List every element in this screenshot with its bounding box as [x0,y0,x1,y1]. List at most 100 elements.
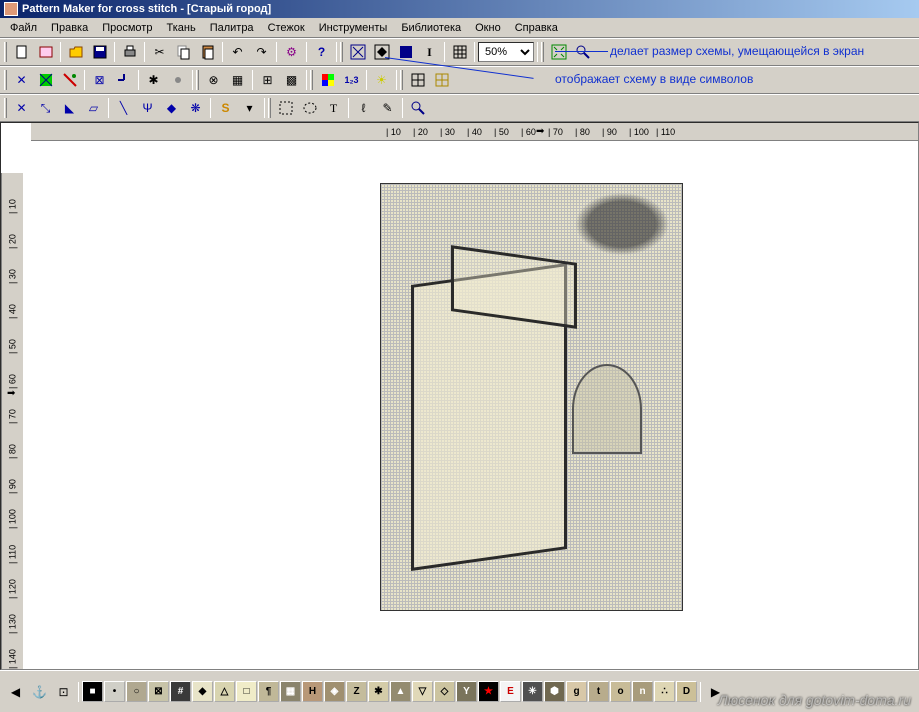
palette-color-0[interactable]: ■ [82,681,103,702]
grip[interactable] [4,70,7,90]
palette-color-16[interactable]: ◇ [434,681,455,702]
palette-color-11[interactable]: ◈ [324,681,345,702]
petite-button[interactable]: ⊠ [88,69,111,91]
palette-color-7[interactable]: □ [236,681,257,702]
fit-to-screen-button[interactable] [547,41,570,63]
palette-color-20[interactable]: ✳ [522,681,543,702]
cut-button[interactable]: ✂ [148,41,171,63]
tool-quarter-button[interactable]: ◣ [58,97,81,119]
menu-инструменты[interactable]: Инструменты [313,20,394,35]
tool-cross-button[interactable]: ✕ [10,97,33,119]
palette-color-2[interactable]: ○ [126,681,147,702]
copy-button[interactable] [172,41,195,63]
save-button[interactable] [88,41,111,63]
palette-color-6[interactable]: △ [214,681,235,702]
paste-button[interactable] [196,41,219,63]
menu-окно[interactable]: Окно [469,20,507,35]
palette-color-12[interactable]: Z [346,681,367,702]
palette-color-14[interactable]: ▲ [390,681,411,702]
palette-color-4[interactable]: # [170,681,191,702]
palette-color-5[interactable]: ◆ [192,681,213,702]
grip[interactable] [268,98,271,118]
text-tool-button[interactable]: T [322,97,345,119]
canvas[interactable] [25,143,918,669]
menu-файл[interactable]: Файл [4,20,43,35]
palette-color-18[interactable]: ★ [478,681,499,702]
palette-color-17[interactable]: Y [456,681,477,702]
zoom-select[interactable]: 50% [478,42,534,62]
tool-bead-button[interactable]: ❋ [184,97,207,119]
palette-scroll-right[interactable]: ▶ [704,681,727,703]
fill-button[interactable]: ▩ [280,69,303,91]
palette-scroll-left[interactable]: ◀ [4,681,27,703]
menu-справка[interactable]: Справка [509,20,564,35]
menu-просмотр[interactable]: Просмотр [96,20,158,35]
eyedropper-button[interactable]: ℓ [352,97,375,119]
palette-anchor-button[interactable]: ⚓ [28,681,51,703]
menu-палитра[interactable]: Палитра [204,20,260,35]
palette-color-26[interactable]: ∴ [654,681,675,702]
palette-color-3[interactable]: ⊠ [148,681,169,702]
palette-color-24[interactable]: o [610,681,631,702]
fill-cross-button[interactable]: ⊞ [256,69,279,91]
palette-color-27[interactable]: D [676,681,697,702]
symbol-map-button[interactable]: 1₂3 [340,69,363,91]
select-free-button[interactable] [298,97,321,119]
view-symbols-button[interactable] [370,41,393,63]
palette-color-25[interactable]: n [632,681,653,702]
zoom-actual-button[interactable] [571,41,594,63]
zoom-tool-button[interactable] [406,97,429,119]
file-button[interactable] [34,41,57,63]
redo-button[interactable]: ↷ [250,41,273,63]
grip[interactable] [541,42,544,62]
open-button[interactable] [64,41,87,63]
grip[interactable] [340,42,343,62]
grip[interactable] [400,70,403,90]
grip[interactable] [4,42,7,62]
delete-stitch-button[interactable]: ⊗ [202,69,225,91]
tool-petite-button[interactable]: ▱ [82,97,105,119]
quarter-stitch-button[interactable] [58,69,81,91]
undo-button[interactable]: ↶ [226,41,249,63]
palette-color-10[interactable]: H [302,681,323,702]
grid-settings-button[interactable] [448,41,471,63]
menu-ткань[interactable]: Ткань [160,20,201,35]
half-stitch-button[interactable] [34,69,57,91]
menu-правка[interactable]: Правка [45,20,94,35]
tool-specialty-button[interactable]: S [214,97,237,119]
tool-dropdown-button[interactable]: ▾ [238,97,261,119]
grip[interactable] [310,70,313,90]
tool-special-button[interactable]: Ψ [136,97,159,119]
eraser-button[interactable]: ✎ [376,97,399,119]
tool-french-button[interactable]: ◆ [160,97,183,119]
pattern-preview[interactable] [380,183,683,611]
back-stitch-button[interactable] [112,69,135,91]
knot-button[interactable]: ✱ [142,69,165,91]
help-button[interactable]: ? [310,41,333,63]
new-button[interactable] [10,41,33,63]
view-info-button[interactable]: I [418,41,441,63]
highlight-button[interactable]: ☀ [370,69,393,91]
select-rect-button[interactable] [274,97,297,119]
palette-color-23[interactable]: t [588,681,609,702]
ruler-toggle-button[interactable] [430,69,453,91]
full-stitch-button[interactable]: ✕ [10,69,33,91]
menu-библиотека[interactable]: Библиотека [395,20,467,35]
grid-toggle-button[interactable] [406,69,429,91]
tool-half-button[interactable]: ⤡ [34,97,57,119]
palette-color-22[interactable]: g [566,681,587,702]
palette-color-9[interactable]: ▦ [280,681,301,702]
palette-color-1[interactable]: • [104,681,125,702]
grip[interactable] [4,98,7,118]
view-crosses-button[interactable] [346,41,369,63]
options-button[interactable]: ⚙ [280,41,303,63]
palette-color-15[interactable]: ▽ [412,681,433,702]
palette-color-13[interactable]: ✱ [368,681,389,702]
palette-color-8[interactable]: ¶ [258,681,279,702]
bead-button[interactable] [166,69,189,91]
palette-button[interactable] [316,69,339,91]
palette-settings-button[interactable]: ⊡ [52,681,75,703]
tool-line-button[interactable]: ╲ [112,97,135,119]
palette-color-19[interactable]: E [500,681,521,702]
grip[interactable] [196,70,199,90]
